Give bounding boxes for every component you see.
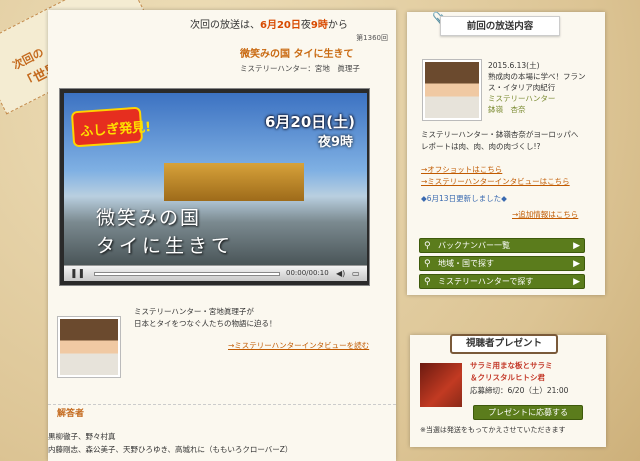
- previous-info: 2015.6.13(土) 熟成肉の本場に学べ！フランス・イタリア肉紀行 ミステリ…: [488, 61, 586, 114]
- temple-image: [164, 163, 304, 201]
- airtime-heading: 次回の放送は、6月20日夜9時から: [190, 20, 348, 31]
- search-icon: ⚲: [424, 259, 431, 269]
- additional-info-link[interactable]: →追加情報はこちら: [512, 209, 578, 220]
- present-image: [420, 363, 462, 407]
- divider: [48, 404, 396, 405]
- region-search-button[interactable]: ⚲ 地域・国で探す ▶: [419, 256, 585, 271]
- video-time: 夜9時: [317, 135, 353, 150]
- hunter-photo: [57, 316, 121, 378]
- offshot-link[interactable]: →オフショットはこちら: [421, 164, 502, 175]
- panelists-heading: 解答者: [57, 409, 85, 419]
- apply-present-button[interactable]: プレゼントに応募する: [473, 405, 583, 420]
- arrow-right-icon: ▶: [573, 277, 580, 287]
- backnumber-button[interactable]: ⚲ バックナンバー一覧 ▶: [419, 238, 585, 253]
- episode-title: 微笑みの国 タイに生きて: [240, 49, 354, 60]
- previous-description: ミステリーハンター・鉢嶺杏奈がヨーロッパへ レポートは肉、肉、肉の肉づくし!?: [421, 130, 579, 151]
- search-icon: ⚲: [424, 241, 431, 251]
- video-caption-2: タイに生きて: [96, 235, 235, 257]
- fullscreen-icon[interactable]: ▭: [352, 269, 360, 278]
- hunter-search-button[interactable]: ⚲ ミステリーハンターで探す ▶: [419, 274, 585, 289]
- arrow-right-icon: ▶: [573, 259, 580, 269]
- video-caption-1: 微笑みの国: [96, 207, 202, 229]
- player-controls: ❚❚ 00:00/00:10 ◀) ▭: [64, 265, 367, 281]
- present-heading: 視聴者プレゼント: [450, 334, 558, 354]
- arrow-right-icon: ▶: [573, 241, 580, 251]
- video-frame[interactable]: ふしぎ発見! 6月20日(土) 夜9時 微笑みの国 タイに生きて: [64, 93, 367, 265]
- present-note: ※当選は発送をもってかえさせていただきます: [420, 426, 566, 434]
- previous-hunter-photo: [422, 59, 482, 121]
- present-deadline: 応募締切：6/20（土）21:00: [470, 386, 569, 395]
- hunter-interview-link[interactable]: →ミステリーハンターインタビューを読む: [228, 340, 369, 351]
- intro-text: ミステリーハンター・宮地眞理子が 日本とタイをつなぐ人たちの物語に迫る！: [134, 307, 277, 328]
- hunter-name: ミステリーハンター：宮地 眞理子: [240, 64, 360, 73]
- seek-bar[interactable]: [94, 272, 280, 276]
- previous-interview-link[interactable]: →ミステリーハンターインタビューはこちら: [421, 176, 570, 187]
- pause-icon[interactable]: ❚❚: [70, 269, 85, 279]
- show-logo: ふしぎ発見!: [70, 106, 152, 148]
- previous-heading: 前回の放送内容: [440, 16, 560, 36]
- present-items: サラミ用まな板とサラミ ＆クリスタルヒトシ君: [470, 361, 553, 382]
- update-note: ◆6月13日更新しました◆: [421, 194, 507, 203]
- video-date: 6月20日(土): [264, 113, 355, 131]
- video-player[interactable]: ふしぎ発見! 6月20日(土) 夜9時 微笑みの国 タイに生きて ❚❚ 00:0…: [59, 88, 370, 286]
- panelists-row-2: 内藤剛志、森公美子、天野ひろゆき、高城れに（ももいろクローバーZ）: [48, 445, 293, 454]
- episode-number: 第1360回: [356, 34, 388, 42]
- panelists-row-1: 黒柳徹子、野々村真: [48, 432, 116, 441]
- volume-icon[interactable]: ◀): [336, 269, 345, 278]
- elapsed-time: 00:00/00:10: [286, 269, 329, 277]
- search-icon: ⚲: [424, 277, 431, 287]
